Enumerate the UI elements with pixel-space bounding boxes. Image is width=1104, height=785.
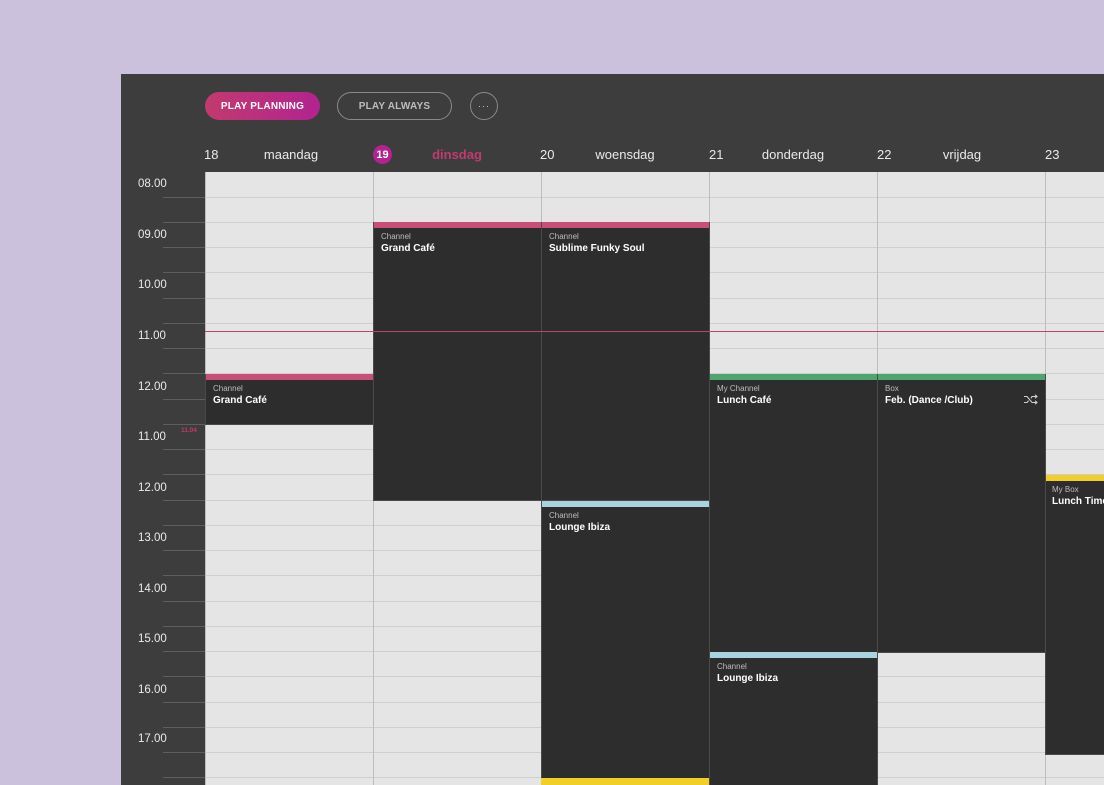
block-title: Grand Café xyxy=(381,243,435,254)
day-number: 21 xyxy=(709,147,724,162)
play-planning-button[interactable]: PLAY PLANNING xyxy=(205,92,320,120)
schedule-block[interactable]: Channel Sublime Funky Soul xyxy=(541,222,710,501)
half-hour-tick xyxy=(163,601,205,602)
hour-tick xyxy=(163,727,205,728)
half-hour-tick xyxy=(163,298,205,299)
hour-label: 16.00 xyxy=(138,684,167,696)
hour-label: 11.00 xyxy=(138,431,166,443)
block-color-bar xyxy=(878,374,1045,380)
shuffle-icon-svg xyxy=(1024,394,1038,405)
week-grid[interactable]: Channel Grand Café Channel Grand Café Ch… xyxy=(205,172,1104,785)
schedule-block[interactable]: Channel Lounge Ibiza xyxy=(541,501,710,781)
time-column: 08.00 09.00 10.00 11.00 12.00 11.00 12.0… xyxy=(121,172,205,785)
block-color-bar xyxy=(710,652,877,658)
block-title: Lounge Ibiza xyxy=(717,673,779,684)
hour-tick xyxy=(163,424,205,425)
hour-tick xyxy=(163,626,205,627)
hour-tick xyxy=(163,575,205,576)
half-hour-tick xyxy=(163,247,205,248)
schedule-block[interactable]: Channel Lounge Ibiza xyxy=(709,652,878,785)
hour-label: 08.00 xyxy=(138,178,167,190)
hour-label: 10.00 xyxy=(138,279,167,291)
hour-label: 12.00 xyxy=(138,381,167,393)
hour-label: 12.00 xyxy=(138,482,167,494)
half-hour-tick xyxy=(163,348,205,349)
today-badge: 19 xyxy=(373,145,392,164)
block-type: My Box xyxy=(1052,485,1079,494)
day-name[interactable]: donderdag xyxy=(733,147,853,162)
block-type: Channel xyxy=(213,384,243,393)
half-hour-tick xyxy=(163,197,205,198)
block-title: Feb. (Dance /Club) xyxy=(885,395,973,406)
hour-tick xyxy=(163,474,205,475)
block-type: Box xyxy=(885,384,899,393)
block-title: Grand Café xyxy=(213,395,267,406)
day-number: 18 xyxy=(204,147,219,162)
grid-line xyxy=(205,197,1104,198)
hour-label: 15.00 xyxy=(138,633,167,645)
hour-tick xyxy=(163,777,205,778)
hour-tick xyxy=(163,272,205,273)
day-name[interactable]: vrijdag xyxy=(902,147,1022,162)
half-hour-tick xyxy=(163,500,205,501)
block-color-bar xyxy=(710,374,877,380)
block-title: Lunch Time xyxy=(1052,496,1104,507)
hour-tick xyxy=(163,525,205,526)
hour-label: 13.00 xyxy=(138,532,167,544)
half-hour-tick xyxy=(163,752,205,753)
half-hour-tick xyxy=(163,449,205,450)
calendar-app: PLAY PLANNING PLAY ALWAYS ··· 18 maandag… xyxy=(121,74,1104,785)
schedule-block[interactable]: Channel Grand Café xyxy=(205,374,374,425)
current-time-label: 11.04 xyxy=(181,427,197,434)
block-color-bar[interactable] xyxy=(541,778,710,785)
hour-label: 09.00 xyxy=(138,229,167,241)
block-color-bar xyxy=(542,222,709,228)
half-hour-tick xyxy=(163,550,205,551)
block-type: Channel xyxy=(549,232,579,241)
block-color-bar xyxy=(542,501,709,507)
schedule-block[interactable]: Box Feb. (Dance /Club) xyxy=(877,374,1046,653)
half-hour-tick xyxy=(163,651,205,652)
block-type: Channel xyxy=(549,511,579,520)
play-always-button[interactable]: PLAY ALWAYS xyxy=(337,92,452,120)
day-number: 23 xyxy=(1045,147,1060,162)
hour-tick xyxy=(163,222,205,223)
hour-label: 11.00 xyxy=(138,330,166,342)
schedule-block[interactable]: My Channel Lunch Café xyxy=(709,374,878,653)
block-type: My Channel xyxy=(717,384,760,393)
more-options-icon[interactable]: ··· xyxy=(470,92,498,120)
block-title: Sublime Funky Soul xyxy=(549,243,645,254)
block-color-bar xyxy=(1046,475,1104,481)
day-name[interactable]: woensdag xyxy=(565,147,685,162)
hour-label: 14.00 xyxy=(138,583,167,595)
hour-tick xyxy=(163,676,205,677)
block-color-bar xyxy=(374,222,541,228)
schedule-block[interactable]: My Box Lunch Time xyxy=(1045,475,1104,755)
half-hour-tick xyxy=(163,399,205,400)
day-number: 22 xyxy=(877,147,892,162)
day-divider xyxy=(205,172,206,785)
day-name[interactable]: maandag xyxy=(231,147,351,162)
half-hour-tick xyxy=(163,702,205,703)
hour-label: 17.00 xyxy=(138,733,167,745)
block-color-bar xyxy=(206,374,373,380)
hour-tick xyxy=(163,323,205,324)
block-title: Lunch Café xyxy=(717,395,772,406)
day-name-today[interactable]: dinsdag xyxy=(397,147,517,162)
block-title: Lounge Ibiza xyxy=(549,522,611,533)
block-type: Channel xyxy=(717,662,747,671)
shuffle-icon[interactable] xyxy=(1024,394,1038,408)
current-time-line xyxy=(205,331,1104,332)
hour-tick xyxy=(163,373,205,374)
schedule-block[interactable]: Channel Grand Café xyxy=(373,222,542,501)
block-type: Channel xyxy=(381,232,411,241)
day-number: 20 xyxy=(540,147,555,162)
